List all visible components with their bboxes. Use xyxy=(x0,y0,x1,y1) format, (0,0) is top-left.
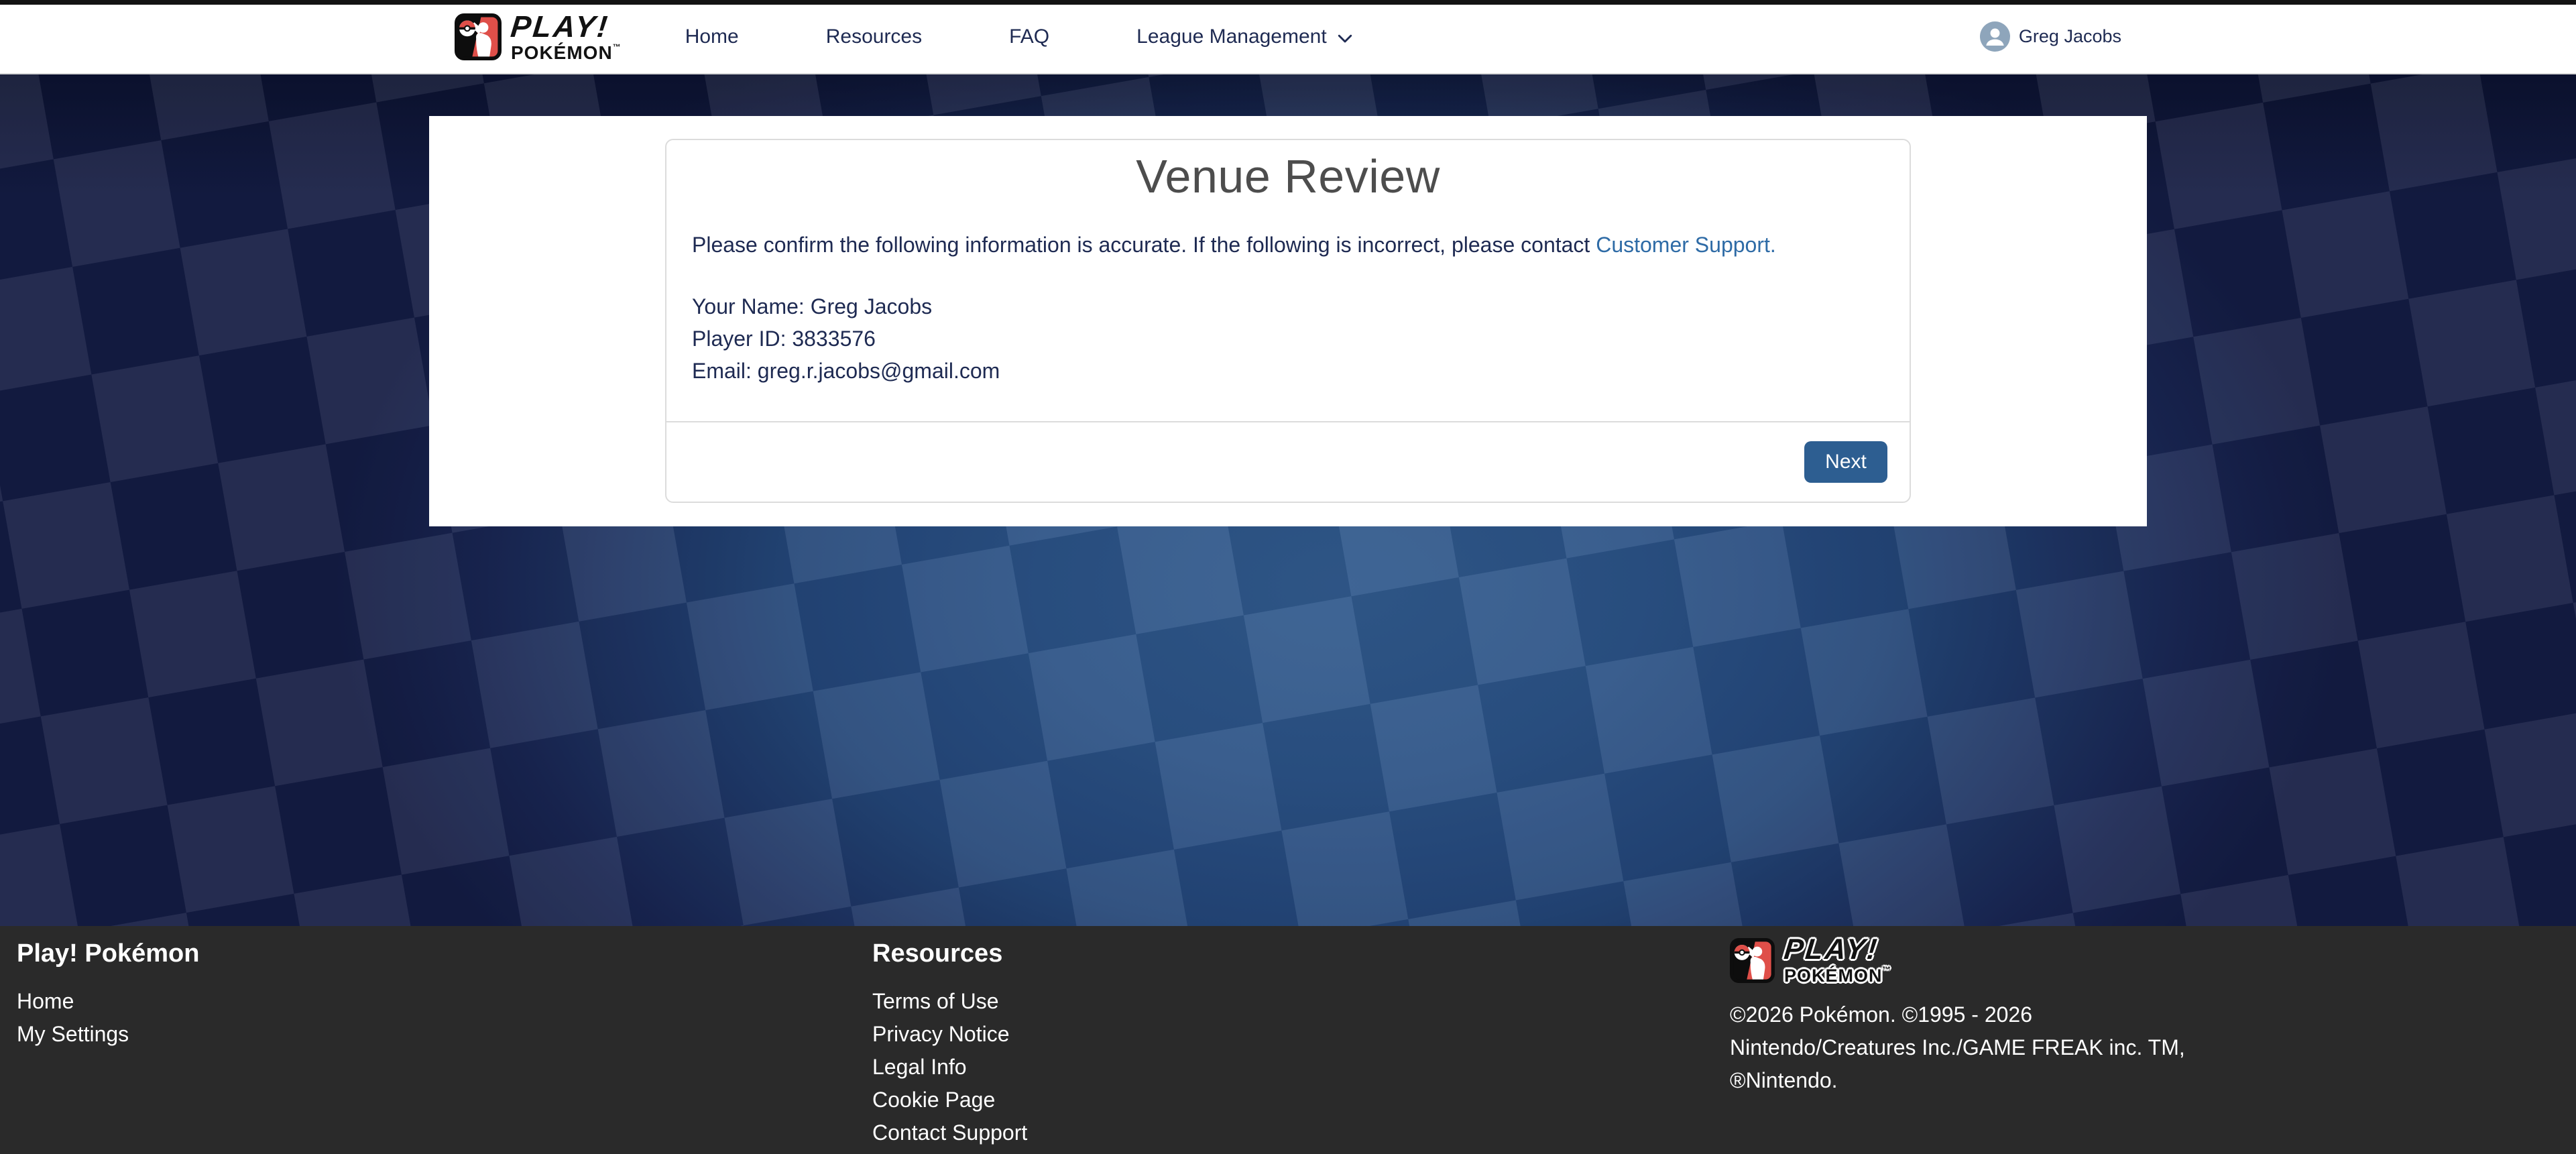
card-footer: Next xyxy=(666,421,1910,502)
chevron-down-icon xyxy=(1335,25,1355,48)
user-name: Greg Jacobs xyxy=(2019,26,2121,47)
top-black-bar xyxy=(0,0,2576,5)
copyright-text: ©2026 Pokémon. ©1995 - 2026 Nintendo/Cre… xyxy=(1730,998,2226,1097)
card-body: Venue Review Please confirm the followin… xyxy=(666,140,1910,421)
footer-link-terms-of-use[interactable]: Terms of Use xyxy=(872,985,1027,1018)
logo-pokemon-text: POKÉMON™ xyxy=(511,43,621,62)
logo-wordmark: PLAY! POKÉMON™ xyxy=(1784,935,1891,985)
venue-review-card: Venue Review Please confirm the followin… xyxy=(665,139,1911,503)
footer-heading-play-pokemon: Play! Pokémon xyxy=(17,938,199,969)
trademark-symbol: ™ xyxy=(1883,965,1891,974)
footer-link-home[interactable]: Home xyxy=(17,985,199,1018)
footer-link-cookie-page[interactable]: Cookie Page xyxy=(872,1084,1027,1116)
main-nav: Home Resources FAQ League Management xyxy=(685,25,1355,48)
info-player-id: Player ID: 3833576 xyxy=(692,323,1884,355)
footer-link-my-settings[interactable]: My Settings xyxy=(17,1018,199,1051)
play-pokemon-logo[interactable]: PLAY! POKÉMON™ xyxy=(455,11,621,62)
header-inner: PLAY! POKÉMON™ Home Resources FAQ League… xyxy=(429,5,2147,68)
footer-link-contact-support[interactable]: Contact Support xyxy=(872,1116,1027,1149)
nav-item-resources[interactable]: Resources xyxy=(826,25,922,48)
content-panel: Venue Review Please confirm the followin… xyxy=(429,116,2147,526)
confirm-instructions: Please confirm the following information… xyxy=(692,230,1884,259)
site-footer: Play! Pokémon Home My Settings Resources… xyxy=(0,926,2576,1154)
page-title: Venue Review xyxy=(692,148,1884,205)
logo-wordmark: PLAY! POKÉMON™ xyxy=(511,11,621,62)
logo-play-text: PLAY! xyxy=(510,11,622,42)
customer-support-link[interactable]: Customer Support xyxy=(1596,233,1770,257)
copyright-line-2: Nintendo/Creatures Inc./GAME FREAK inc. … xyxy=(1730,1031,2226,1064)
logo-play-text: PLAY! xyxy=(1783,935,1892,964)
nav-item-league-management[interactable]: League Management xyxy=(1136,25,1355,48)
user-menu[interactable]: Greg Jacobs xyxy=(1980,21,2121,52)
nav-item-home[interactable]: Home xyxy=(685,25,739,48)
copyright-line-1: ©2026 Pokémon. ©1995 - 2026 xyxy=(1730,998,2226,1031)
site-header: PLAY! POKÉMON™ Home Resources FAQ League… xyxy=(0,5,2576,74)
pokeball-trainer-badge-icon xyxy=(455,13,502,60)
footer-heading-resources: Resources xyxy=(872,938,1027,969)
info-your-name: Your Name: Greg Jacobs xyxy=(692,290,1884,323)
user-avatar-icon xyxy=(1980,21,2010,52)
trademark-symbol: ™ xyxy=(613,42,621,52)
footer-link-privacy-notice[interactable]: Privacy Notice xyxy=(872,1018,1027,1051)
footer-play-pokemon-logo[interactable]: PLAY! POKÉMON™ xyxy=(1730,935,2226,985)
footer-col-resources: Resources Terms of Use Privacy Notice Le… xyxy=(872,938,1027,1149)
next-button[interactable]: Next xyxy=(1804,441,1887,483)
checkered-background: Venue Review Please confirm the followin… xyxy=(0,74,2576,926)
info-email: Email: greg.r.jacobs@gmail.com xyxy=(692,355,1884,387)
footer-col-legal: PLAY! POKÉMON™ ©2026 Pokémon. ©1995 - 20… xyxy=(1730,935,2226,1097)
footer-col-play-pokemon: Play! Pokémon Home My Settings xyxy=(17,938,199,1051)
logo-pokemon-text: POKÉMON™ xyxy=(1784,966,1891,985)
pokeball-trainer-badge-icon xyxy=(1730,938,1775,983)
copyright-line-3: ®Nintendo. xyxy=(1730,1064,2226,1097)
nav-item-faq[interactable]: FAQ xyxy=(1009,25,1049,48)
footer-link-legal-info[interactable]: Legal Info xyxy=(872,1051,1027,1084)
